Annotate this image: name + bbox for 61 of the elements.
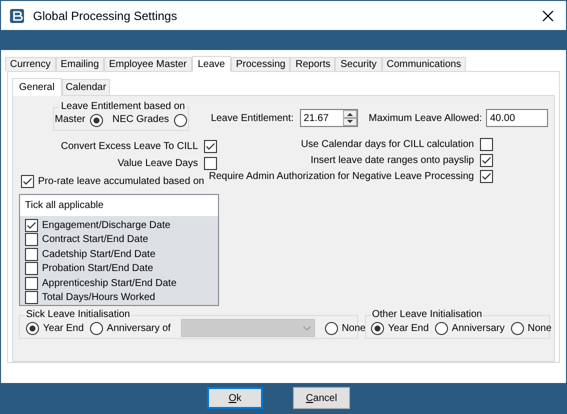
list-header: Tick all applicable: [25, 199, 104, 213]
maximum-leave-field[interactable]: 40.00: [486, 109, 548, 127]
maximum-leave-label: Maximum Leave Allowed:: [368, 112, 482, 126]
tab[interactable]: Employee Master: [104, 57, 192, 71]
tab[interactable]: Calendar: [62, 79, 110, 95]
checkbox[interactable]: [204, 157, 217, 170]
leave-entitlement-label: Leave Entitlement:: [210, 112, 294, 126]
tab[interactable]: Currency: [5, 57, 56, 71]
spin-arrows-icon[interactable]: [342, 110, 357, 126]
checkbox-label: Convert Excess Leave To CILL: [60, 140, 198, 154]
radio-button[interactable]: [510, 322, 524, 334]
checkbox[interactable]: [25, 276, 38, 290]
tab[interactable]: Processing: [231, 57, 290, 71]
radio-label: Year End: [388, 322, 429, 336]
radio-button[interactable]: [90, 322, 103, 334]
radio-label: Master: [54, 113, 86, 127]
close-icon[interactable]: [542, 10, 554, 22]
radio-button[interactable]: [434, 322, 448, 334]
checked-checkbox[interactable]: [204, 140, 217, 153]
checkbox-label: Insert leave date ranges onto payslip: [310, 154, 474, 168]
dialog-button[interactable]: Cancel: [293, 387, 350, 409]
checkbox[interactable]: [480, 138, 493, 151]
checkbox-label: Value Leave Days: [118, 157, 198, 171]
checkbox[interactable]: [25, 233, 38, 246]
checkbox-label: Require Admin Authorization for Negative Leave Processing: [208, 170, 474, 184]
checked-checkbox[interactable]: [480, 170, 493, 183]
checkbox[interactable]: [25, 262, 38, 276]
radio-label: None: [342, 322, 366, 336]
checkbox[interactable]: [25, 248, 38, 261]
list-item-label: Apprenticeship Start/End Date: [42, 276, 177, 291]
leave-entitlement-spinner[interactable]: 21.67: [300, 109, 358, 127]
selected-radio-button[interactable]: [26, 322, 39, 334]
list-item-label: Cadetship Start/End Date: [42, 248, 156, 262]
tab[interactable]: Reports: [290, 57, 336, 71]
radio-button[interactable]: [324, 322, 338, 334]
selected-radio-button[interactable]: [371, 322, 384, 334]
radio-label: Anniversary of: [106, 322, 171, 336]
selected-radio-button[interactable]: [90, 114, 104, 127]
list-item-label: Total Days/Hours Worked: [42, 291, 156, 306]
tab[interactable]: Leave: [192, 56, 231, 72]
list-item-label: Contract Start/End Date: [42, 233, 148, 248]
tab[interactable]: Emailing: [56, 57, 104, 71]
dialog-button[interactable]: Ok: [207, 387, 263, 409]
radio-label: Year End: [43, 322, 84, 336]
list-item-label: Engagement/Discharge Date: [42, 218, 170, 233]
radio-button[interactable]: [174, 114, 188, 127]
checkbox-label: Use Calendar days for CILL calculation: [300, 138, 474, 152]
checked-checkbox[interactable]: [480, 154, 493, 167]
tab[interactable]: Communications: [382, 57, 466, 71]
radio-label: Anniversary: [452, 322, 505, 336]
checkbox-label: Pro-rate leave accumulated based on: [38, 175, 204, 189]
checkbox[interactable]: [25, 291, 38, 304]
window-title: Global Processing Settings: [33, 8, 178, 24]
list-item-label: Probation Start/End Date: [42, 262, 154, 276]
radio-label: None: [528, 322, 552, 336]
checked-checkbox[interactable]: [25, 218, 38, 232]
app-logo-icon: [9, 8, 25, 24]
tab[interactable]: General: [12, 78, 62, 96]
radio-label: NEC Grades: [112, 113, 170, 127]
tab[interactable]: Security: [335, 57, 382, 71]
checked-checkbox[interactable]: [21, 175, 34, 188]
